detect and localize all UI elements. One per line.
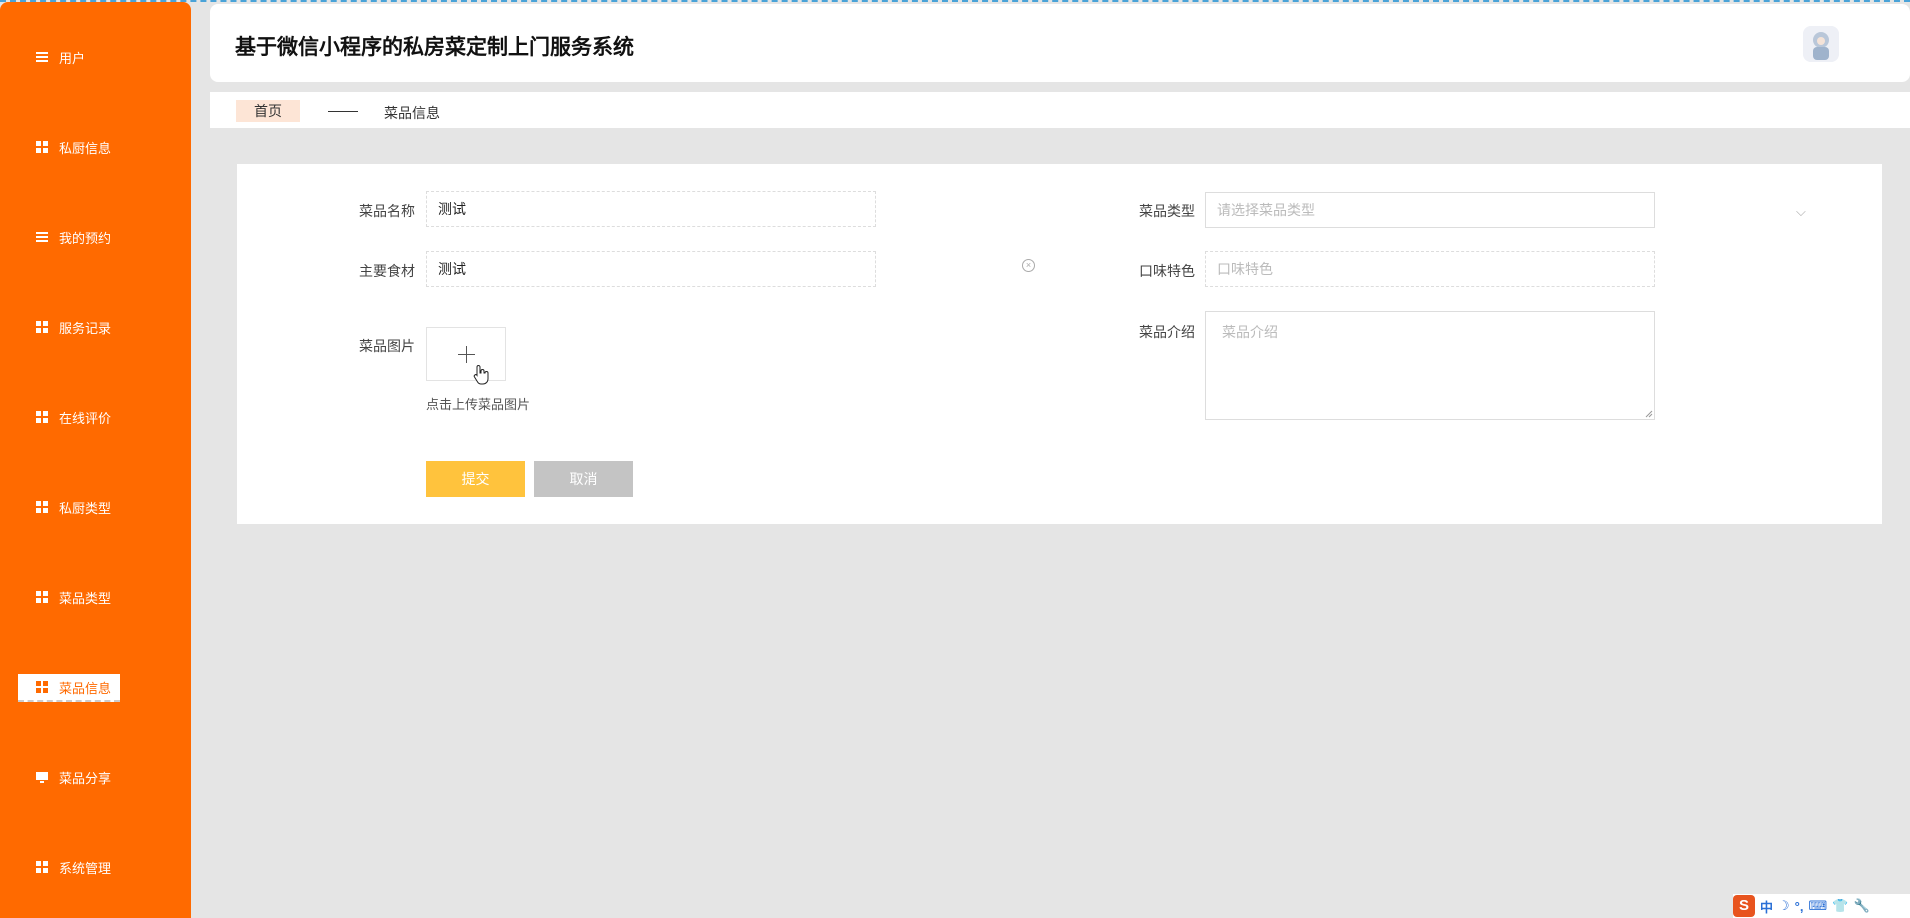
sidebar: 用户 私厨信息 我的预约 服务记录 在线评价 私厨类型 菜品类型 菜品信息 菜品… [0, 2, 191, 918]
grid-icon [35, 140, 49, 154]
punctuation-mode[interactable]: °, [1795, 899, 1804, 914]
grid-icon [35, 410, 49, 424]
sidebar-item-my-booking[interactable]: 我的预约 [18, 224, 178, 250]
sidebar-item-chef-type[interactable]: 私厨类型 [18, 494, 178, 520]
header: 基于微信小程序的私房菜定制上门服务系统 [210, 4, 1910, 82]
flavor-input[interactable]: 口味特色 [1205, 251, 1655, 287]
sidebar-item-service-record[interactable]: 服务记录 [18, 314, 178, 340]
sidebar-item-label: 私厨信息 [59, 140, 112, 156]
sidebar-item-dish-type[interactable]: 菜品类型 [18, 584, 178, 610]
breadcrumb-separator [328, 111, 358, 112]
submit-button[interactable]: 提交 [426, 461, 525, 497]
grid-icon [35, 320, 49, 334]
sidebar-item-online-review[interactable]: 在线评价 [18, 404, 178, 430]
grid-icon [35, 590, 49, 604]
image-upload-button[interactable] [426, 327, 506, 381]
keyboard-icon[interactable]: ⌨ [1808, 898, 1827, 914]
list-icon [35, 50, 49, 64]
dish-type-label: 菜品类型 [1139, 203, 1195, 219]
sidebar-item-dish-info[interactable]: 菜品信息 [18, 674, 120, 702]
dish-type-select[interactable]: 请选择菜品类型 [1205, 192, 1655, 228]
monitor-icon [35, 770, 49, 784]
ime-tray: S 中 ☽ °, ⌨ 👕 🔧 [1733, 894, 1910, 918]
breadcrumb: 首页 菜品信息 [210, 92, 1910, 128]
clear-icon[interactable]: × [1022, 259, 1035, 272]
breadcrumb-current: 菜品信息 [384, 105, 440, 121]
list-icon [35, 230, 49, 244]
sidebar-item-label: 菜品分享 [59, 770, 112, 786]
intro-label: 菜品介绍 [1139, 324, 1195, 340]
avatar[interactable] [1803, 26, 1839, 62]
cancel-button[interactable]: 取消 [534, 461, 633, 497]
sidebar-item-label: 菜品类型 [59, 590, 112, 606]
resize-handle-icon[interactable] [1645, 410, 1653, 418]
main-ingredients-input[interactable]: 测试 [426, 251, 876, 287]
moon-icon[interactable]: ☽ [1778, 898, 1790, 914]
grid-icon [35, 860, 49, 874]
sidebar-item-label: 我的预约 [59, 230, 112, 246]
main-ingredients-label: 主要食材 [359, 263, 415, 279]
avatar-icon [1803, 26, 1839, 62]
dish-name-label: 菜品名称 [359, 203, 415, 219]
grid-icon [35, 500, 49, 514]
sidebar-item-label: 系统管理 [59, 860, 112, 876]
page-title: 基于微信小程序的私房菜定制上门服务系统 [235, 36, 634, 59]
sogou-logo-icon[interactable]: S [1733, 895, 1755, 917]
dish-image-label: 菜品图片 [359, 338, 415, 354]
sidebar-item-label: 用户 [59, 50, 86, 66]
wrench-icon[interactable]: 🔧 [1853, 898, 1869, 914]
intro-placeholder: 菜品介绍 [1222, 324, 1278, 340]
intro-textarea[interactable]: 菜品介绍 [1205, 311, 1655, 420]
hand-cursor-icon [473, 365, 489, 385]
grid-icon [35, 680, 49, 694]
sidebar-item-chef-info[interactable]: 私厨信息 [18, 134, 178, 160]
sidebar-item-user[interactable]: 用户 [18, 44, 178, 70]
top-border [0, 0, 1910, 2]
ime-mode[interactable]: 中 [1760, 897, 1773, 916]
dish-name-input[interactable]: 测试 [426, 191, 876, 227]
chevron-down-icon[interactable]: ⌵ [1796, 204, 1806, 220]
upload-hint: 点击上传菜品图片 [426, 397, 531, 412]
sidebar-item-label: 私厨类型 [59, 500, 112, 516]
sidebar-item-label: 菜品信息 [59, 680, 112, 696]
flavor-label: 口味特色 [1139, 263, 1195, 279]
sidebar-item-system[interactable]: 系统管理 [18, 854, 178, 880]
sidebar-item-label: 在线评价 [59, 410, 112, 426]
dish-form: 菜品名称 测试 菜品类型 请选择菜品类型 ⌵ 主要食材 测试 × 口味特色 口味… [237, 164, 1882, 524]
shirt-icon[interactable]: 👕 [1832, 898, 1848, 914]
sidebar-item-dish-share[interactable]: 菜品分享 [18, 764, 178, 790]
sidebar-item-label: 服务记录 [59, 320, 112, 336]
breadcrumb-home[interactable]: 首页 [236, 100, 300, 122]
